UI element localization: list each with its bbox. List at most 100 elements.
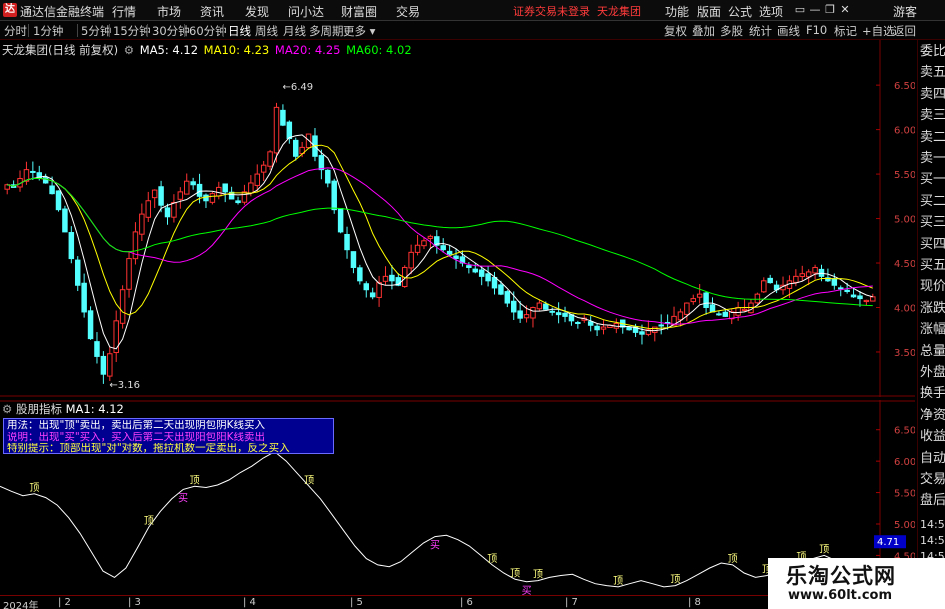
menu-hangqing[interactable]: 行情	[112, 3, 136, 20]
candle	[190, 177, 196, 190]
app-title: 通达信金融终端	[20, 5, 105, 19]
overlay-button[interactable]: 叠加	[692, 23, 715, 39]
candle-body	[183, 180, 190, 195]
candle	[119, 285, 126, 329]
options-button[interactable]: 选项	[759, 3, 783, 20]
quote-label: 卖二	[920, 129, 945, 145]
stats-button[interactable]: 统计	[749, 23, 772, 39]
tab-5min[interactable]: 5分钟	[81, 23, 111, 39]
candle	[408, 244, 414, 275]
candle-body	[498, 284, 504, 295]
restore-icon[interactable]: ❐	[823, 2, 837, 17]
candle-body	[696, 293, 703, 298]
candle	[562, 306, 568, 323]
candle-body	[151, 189, 158, 199]
candle	[260, 160, 267, 181]
menu-jiaoyi[interactable]: 交易	[396, 3, 420, 20]
candle-body	[325, 169, 331, 184]
guest-label[interactable]: 游客	[893, 3, 917, 20]
candle-body	[74, 259, 81, 286]
add-watchlist-button[interactable]: +自选	[862, 23, 895, 39]
candle	[113, 310, 119, 362]
back-button[interactable]: 返回	[893, 23, 916, 39]
tab-1min[interactable]: 1分钟	[33, 23, 63, 39]
candle	[555, 302, 562, 324]
candle	[652, 326, 658, 342]
candle	[126, 251, 132, 298]
candle-body	[331, 180, 337, 211]
candle-body	[222, 183, 228, 193]
candle	[684, 302, 690, 322]
quote-label: 买一	[920, 172, 945, 188]
menu-faxian[interactable]: 发现	[245, 3, 269, 20]
quote-label: 买四	[920, 236, 945, 252]
tab-15min[interactable]: 15分钟	[113, 23, 151, 39]
tab-weekly[interactable]: 周线	[255, 23, 278, 39]
extreme-annotation: ←6.49	[283, 82, 314, 93]
menu-shichang[interactable]: 市场	[157, 3, 181, 20]
tab-daily[interactable]: 日线	[228, 23, 251, 39]
multi-stock-button[interactable]: 多股	[720, 23, 743, 39]
f10-button[interactable]: F10	[806, 23, 827, 37]
candle-body	[844, 289, 850, 292]
tab-multi-period[interactable]: 多周期	[309, 23, 344, 39]
candle-body	[831, 278, 838, 286]
quote-label[interactable]: 盘后	[920, 490, 945, 511]
info-note: 说明：出现"买"买入，买入后第二天出现阳包阳K线卖出	[7, 431, 266, 443]
tab-60min[interactable]: 60分钟	[189, 23, 227, 39]
info-tip: 特别提示：顶部出现"对"对数，拖拉机数一定卖出，反之买入	[7, 443, 290, 455]
login-notice[interactable]: 证券交易未登录 天龙集团	[513, 3, 641, 19]
candlestick-chart[interactable]: 3.50 4.00 4.50 5.00 5.50 6.00 6.50 ←6.49 ←3.16	[0, 40, 915, 397]
top-signal: 顶	[670, 574, 680, 586]
function-button[interactable]: 功能	[665, 3, 689, 20]
top-signal: 顶	[728, 553, 738, 565]
right-quote-panel: 委比 卖五 卖四 卖三 卖二 卖一 买一 买二 买三 买四 买五 现价 涨跌 涨幅 总量 外盘 换手 净资 收益 自动…	[917, 40, 945, 609]
date-label: | 6	[460, 597, 473, 608]
menu-zixun[interactable]: 资讯	[200, 3, 224, 20]
indicator-ma1: MA1: 4.12	[65, 402, 124, 416]
menu-wenxiaoda[interactable]: 问小达	[288, 3, 324, 20]
quote-label: 卖三	[920, 108, 945, 124]
candle-body	[164, 207, 171, 218]
quote-label: 卖五	[920, 65, 945, 81]
candle-body	[652, 326, 658, 333]
candle	[658, 314, 664, 335]
candle	[485, 265, 491, 287]
tab-more[interactable]: 更多 ▾	[343, 23, 375, 39]
candle-body	[254, 173, 261, 186]
close-icon[interactable]: ✕	[838, 2, 852, 17]
indicator-gear-icon[interactable]: ⚙	[2, 402, 12, 416]
candle-body	[344, 233, 350, 251]
fuquan-button[interactable]: 复权	[664, 23, 687, 39]
candle-body	[555, 312, 562, 316]
mark-button[interactable]: 标记	[834, 23, 857, 39]
maximize-icon[interactable]: —	[808, 2, 822, 17]
candle	[145, 191, 152, 223]
date-label: | 8	[688, 597, 701, 608]
minimize-icon[interactable]: ▭	[793, 2, 807, 17]
candle-body	[870, 296, 876, 302]
candle-body	[145, 200, 152, 218]
candle-body	[575, 322, 581, 325]
tab-monthly[interactable]: 月线	[283, 23, 306, 39]
candle-body	[119, 289, 126, 324]
formula-button[interactable]: 公式	[728, 3, 752, 20]
quote-label: 买二	[920, 193, 945, 209]
quote-label[interactable]: 自动	[920, 448, 945, 469]
candle-body	[337, 208, 344, 233]
draw-line-button[interactable]: 画线	[777, 23, 800, 39]
candle-body	[55, 190, 62, 211]
candle-body	[703, 292, 709, 308]
top-signal: 顶	[144, 515, 154, 527]
menu-caifuquan[interactable]: 财富圈	[341, 3, 377, 20]
tab-fenshi[interactable]: 分时	[4, 23, 27, 39]
indicator-name: 股朋指标	[15, 402, 62, 416]
candle-body	[626, 326, 632, 331]
candle-body	[260, 164, 267, 173]
candle	[799, 265, 806, 282]
buy-signal: 买	[178, 492, 188, 504]
layout-button[interactable]: 版面	[697, 3, 721, 20]
quote-label: 卖四	[920, 86, 945, 102]
settings-gear-icon[interactable]: ⚙	[124, 43, 134, 57]
quote-label[interactable]: 交易	[920, 469, 945, 490]
